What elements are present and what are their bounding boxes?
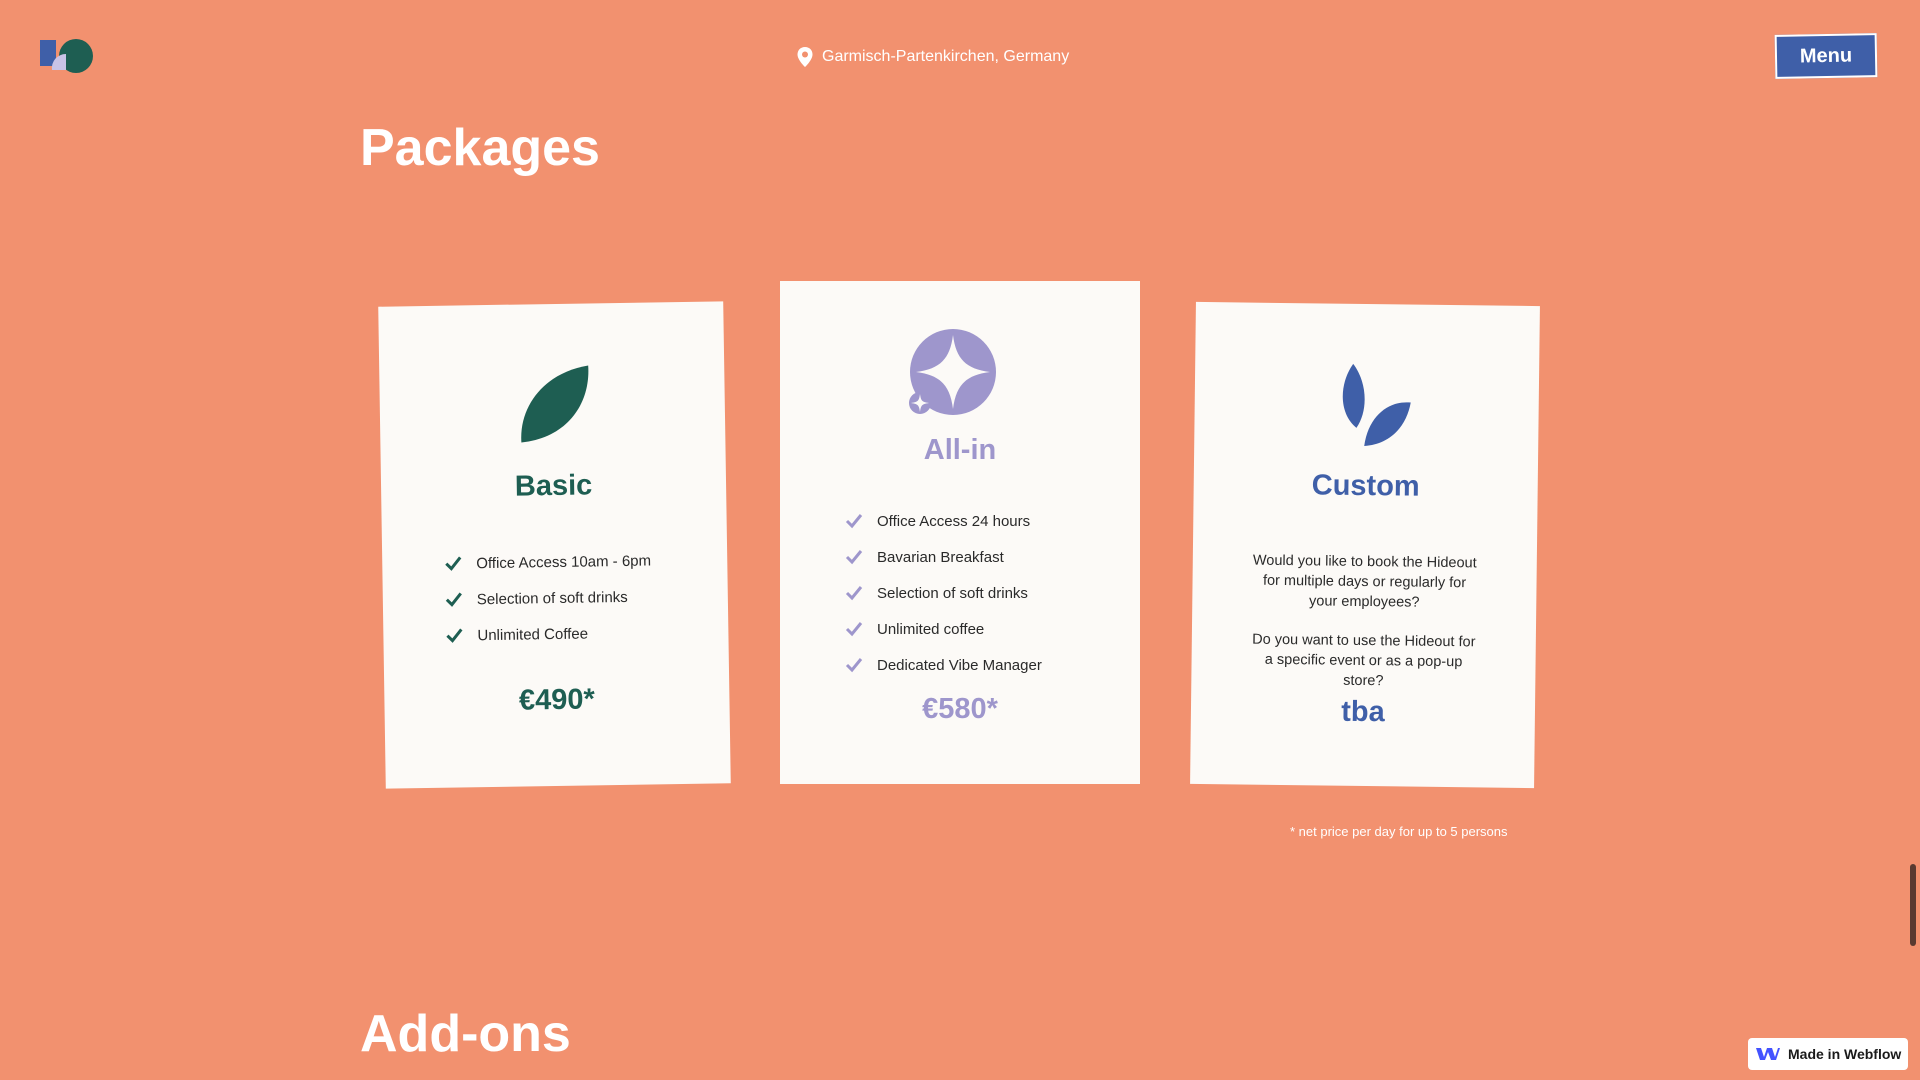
list-item: Unlimited Coffee [445, 613, 729, 653]
location-text: Garmisch-Partenkirchen, Germany [822, 48, 1070, 65]
feature-list: Office Access 10am - 6pm Selection of so… [382, 541, 729, 654]
sprout-icon [1342, 363, 1411, 446]
check-icon [845, 550, 863, 565]
check-icon [446, 628, 463, 643]
site-logo[interactable] [38, 36, 94, 76]
package-price: tba [1341, 695, 1385, 729]
list-item: Selection of soft drinks [845, 575, 1140, 611]
list-item: Unlimited coffee [845, 611, 1140, 647]
check-icon [845, 658, 863, 673]
made-in-webflow-badge[interactable]: Made in Webflow [1748, 1038, 1908, 1070]
map-pin-icon [797, 47, 813, 67]
check-icon [845, 622, 863, 637]
package-title: Custom [1311, 469, 1420, 503]
package-card-basic: Basic Office Access 10am - 6pm Selection… [378, 301, 731, 789]
price-footnote: * net price per day for up to 5 persons [1290, 824, 1508, 839]
packages-heading: Packages [360, 119, 600, 177]
package-description: Would you like to book the Hideout for m… [1252, 552, 1477, 611]
small-sparkle-icon [909, 392, 931, 414]
check-icon [845, 514, 863, 529]
package-card-custom: Custom Would you like to book the Hideou… [1190, 301, 1540, 789]
list-item: Selection of soft drinks [445, 577, 729, 617]
list-item: Bavarian Breakfast [845, 539, 1140, 575]
scrollbar-thumb[interactable] [1910, 864, 1916, 946]
package-price: €580* [922, 693, 998, 725]
feature-list: Office Access 24 hours Bavarian Breakfas… [780, 503, 1140, 683]
package-title: All-in [923, 434, 997, 466]
menu-button[interactable]: Menu [1774, 33, 1878, 79]
check-icon [445, 556, 462, 571]
check-icon [845, 586, 863, 601]
leaf-icon [521, 365, 589, 443]
list-item: Dedicated Vibe Manager [845, 647, 1140, 683]
list-item: Office Access 24 hours [845, 503, 1140, 539]
package-card-allin: All-in Office Access 24 hours Bavarian B… [780, 281, 1140, 784]
list-item: Office Access 10am - 6pm [444, 541, 728, 581]
addons-heading: Add-ons [360, 1005, 571, 1063]
webflow-logo-icon [1756, 1048, 1780, 1060]
check-icon [445, 592, 462, 607]
package-price: €490* [518, 683, 596, 717]
package-description: Do you want to use the Hideout for a spe… [1252, 631, 1476, 690]
package-title: Basic [514, 469, 593, 503]
badge-label: Made in Webflow [1788, 1046, 1902, 1062]
location-label: Garmisch-Partenkirchen, Germany [796, 46, 1069, 68]
